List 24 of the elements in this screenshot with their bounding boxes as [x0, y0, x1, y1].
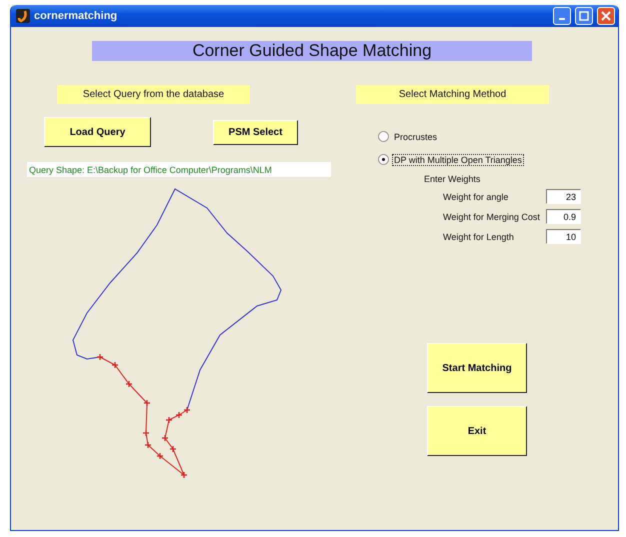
query-heading: Select Query from the database — [57, 85, 250, 104]
maximize-icon — [579, 11, 589, 21]
method-radio[interactable]: DP with Multiple Open Triangles — [378, 154, 618, 165]
exit-button[interactable]: Exit — [427, 406, 527, 456]
load-query-button[interactable]: Load Query — [44, 117, 151, 147]
start-matching-button[interactable]: Start Matching — [427, 343, 527, 393]
app-heading: Corner Guided Shape Matching — [92, 41, 532, 61]
weight-label: Weight for angle — [443, 192, 510, 202]
weight-label: Weight for Merging Cost — [443, 212, 541, 222]
weights-heading: Enter Weights — [424, 174, 482, 184]
close-button[interactable] — [597, 7, 615, 25]
maximize-button[interactable] — [575, 7, 593, 25]
minimize-button[interactable] — [553, 7, 571, 25]
method-heading: Select Matching Method — [356, 85, 549, 104]
app-icon — [16, 9, 30, 23]
query-path-text: Query Shape: E:\Backup for Office Computer\Programs\NLM — [27, 162, 331, 177]
close-icon — [601, 11, 611, 21]
weight-input[interactable]: 10 — [546, 229, 581, 244]
weight-label: Weight for Length — [443, 232, 515, 242]
window-title: cornermatching — [34, 10, 118, 22]
weight-input[interactable]: 23 — [546, 189, 581, 204]
method-radio[interactable]: Procrustes — [378, 131, 618, 142]
psm-select-button[interactable]: PSM Select — [213, 120, 298, 144]
weight-input[interactable]: 0.9 — [546, 209, 581, 224]
